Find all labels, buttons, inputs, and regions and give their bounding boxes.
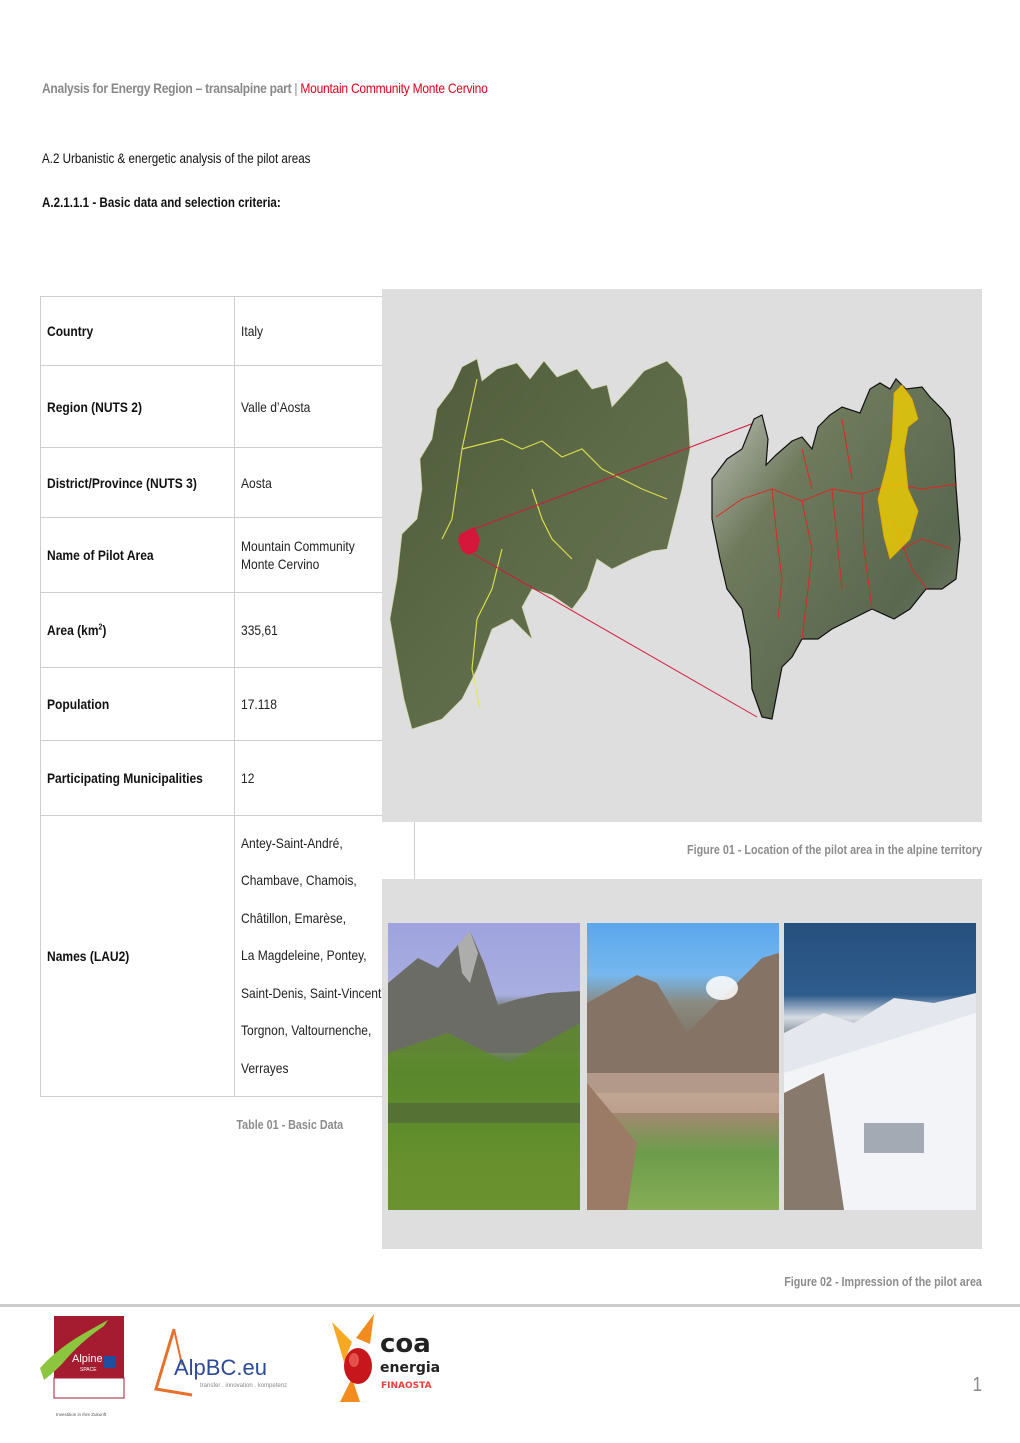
row-value-line: Mountain Community (241, 538, 356, 554)
svg-text:Investition in Ihre Zukunft: Investition in Ihre Zukunft (56, 1412, 107, 1417)
table-row: District/Province (NUTS 3) Aosta (39, 447, 416, 518)
municipality-line: Torgnon, Valtournenche, (241, 1022, 372, 1039)
valley-illustration (587, 953, 779, 1210)
figure1-caption: Figure 01 - Location of the pilot area i… (686, 843, 982, 857)
row-value: Valle d’Aosta (241, 398, 311, 415)
section-heading: A.2 Urbanistic & energetic analysis of t… (42, 151, 311, 166)
snowy-slope-illustration (784, 993, 976, 1210)
municipality-line: Saint-Denis, Saint-Vincent, (241, 984, 385, 1001)
municipality-line: Antey-Saint-André, (241, 834, 344, 851)
svg-text:FINAOSTA: FINAOSTA (381, 1381, 432, 1391)
document-header: Analysis for Energy Region – transalpine… (42, 80, 488, 96)
row-value: Italy (241, 323, 264, 339)
table-row: Name of Pilot Area Mountain Community Mo… (39, 517, 416, 593)
figure-impression-photos (382, 879, 982, 1249)
photo-winter-village (784, 923, 976, 1210)
table-row: Area (km2) 335,61 (39, 592, 416, 668)
row-label: Name of Pilot Area (47, 547, 154, 563)
row-label: Country (47, 323, 94, 339)
header-subtitle: Mountain Community Monte Cervino (300, 80, 488, 96)
row-label: Names (LAU2) (47, 948, 130, 964)
figure-location-map (382, 289, 982, 822)
table-row: Names (LAU2) Antey-Saint-André, Chambave… (39, 815, 416, 1097)
row-value-line: Monte Cervino (241, 556, 320, 572)
table-row: Participating Municipalities 12 (39, 740, 416, 816)
header-separator: | (294, 80, 298, 96)
alpbc-logo: AlpBC.eu transfer . innovation . kompete… (152, 1325, 292, 1400)
municipality-line: Chambave, Chamois, (241, 872, 358, 889)
row-label: District/Province (NUTS 3) (47, 474, 197, 491)
basic-data-table: Country Italy Region (NUTS 2) Valle d’Ao… (39, 296, 416, 1097)
photo-valley-town (587, 923, 779, 1210)
row-value: 335,61 (241, 622, 279, 638)
table-row: Country Italy (39, 296, 416, 366)
svg-text:SPACE: SPACE (80, 1367, 97, 1373)
alpine-space-logo: Alpine SPACE Investition in Ihre Zukunft (40, 1316, 132, 1420)
table-row: Region (NUTS 2) Valle d’Aosta (39, 365, 416, 448)
svg-text:coa: coa (380, 1329, 431, 1359)
row-value: 12 (241, 770, 255, 786)
mountain-peak-illustration (388, 931, 580, 1210)
municipality-line: Verrayes (241, 1059, 289, 1076)
table-caption: Table 01 - Basic Data (236, 1118, 343, 1132)
row-value: Aosta (241, 474, 273, 491)
location-map-illustration (389, 358, 961, 730)
svg-text:energia: energia (380, 1360, 440, 1376)
row-label: Participating Municipalities (47, 770, 203, 786)
row-label: Population (47, 696, 110, 712)
municipality-line: Châtillon, Emarèse, (241, 909, 347, 926)
photo-summer-mountain (388, 923, 580, 1210)
table-row: Population 17.118 (39, 667, 416, 741)
svg-text:transfer . innovation . kompet: transfer . innovation . kompetenz (200, 1383, 287, 1389)
footer-divider (0, 1304, 1020, 1307)
row-value: 17.118 (241, 696, 278, 712)
subsection-heading: A.2.1.1.1 - Basic data and selection cri… (42, 195, 281, 210)
municipality-line: La Magdeleine, Pontey, (241, 947, 367, 964)
svg-text:AlpBC.eu: AlpBC.eu (174, 1355, 267, 1380)
aosta-valley-map (711, 378, 961, 720)
row-label: Area (km2) (47, 622, 107, 638)
connector-line-bottom (469, 551, 758, 718)
figure2-caption: Figure 02 - Impression of the pilot area (784, 1275, 982, 1289)
row-label: Region (NUTS 2) (47, 398, 142, 415)
svg-text:Alpine: Alpine (72, 1353, 103, 1365)
alpine-territory-map (389, 358, 691, 730)
page-number: 1 (972, 1374, 982, 1396)
header-title: Analysis for Energy Region – transalpine… (42, 80, 292, 96)
coa-energia-logo: coa energia FINAOSTA (330, 1312, 440, 1407)
